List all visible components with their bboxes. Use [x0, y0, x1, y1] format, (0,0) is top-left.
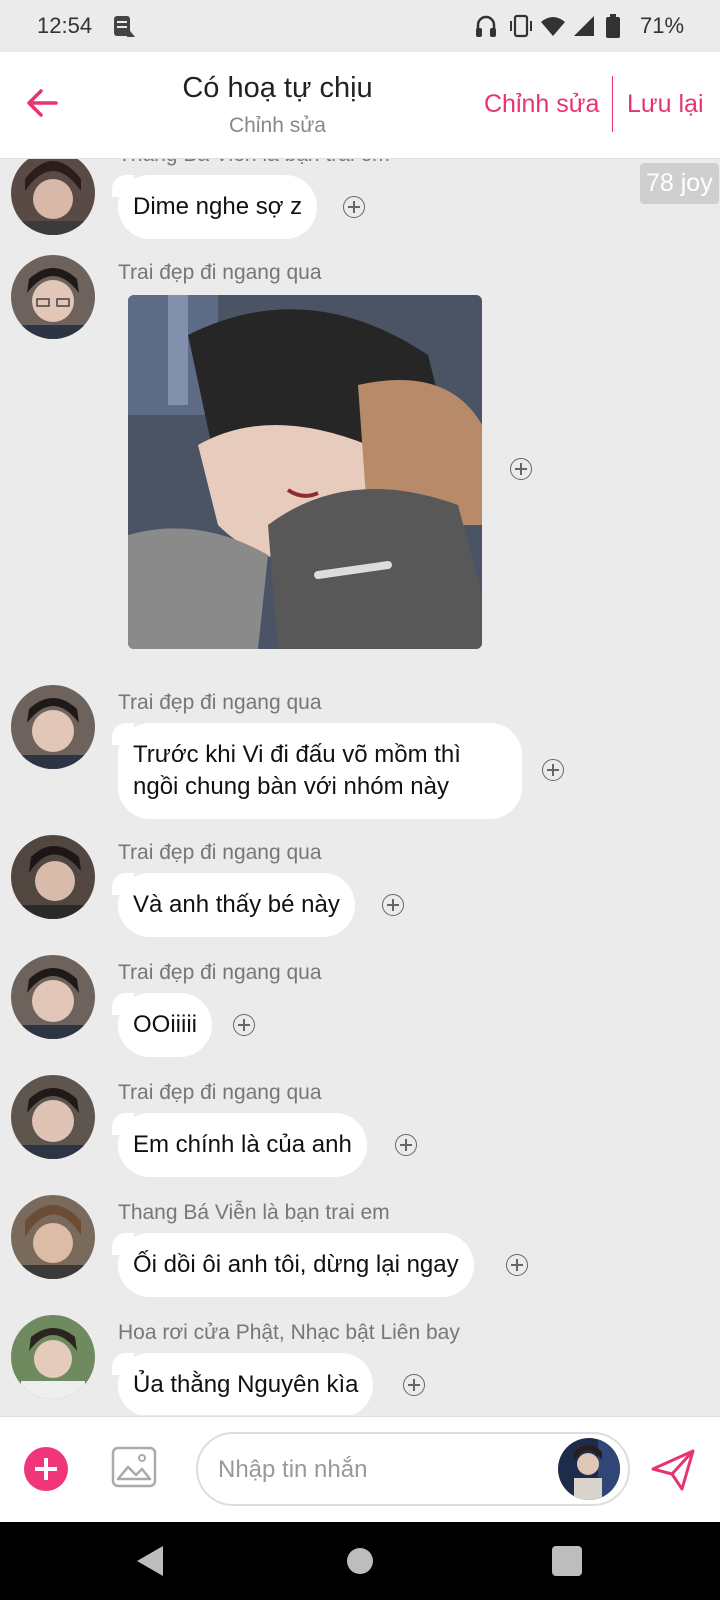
avatar[interactable] [11, 1075, 95, 1159]
debug-icon [114, 16, 135, 37]
status-bar: 12:54 71% [0, 0, 720, 52]
add-reaction-icon[interactable] [233, 1014, 255, 1036]
image-picker-icon[interactable] [110, 1443, 158, 1491]
avatar[interactable] [11, 1315, 95, 1399]
add-button[interactable] [24, 1447, 68, 1491]
headphones-icon [476, 15, 496, 37]
sender-name: Thang Bá Viễn là bạn trai em [118, 1201, 390, 1224]
message-text: Dime nghe sợ z [133, 193, 303, 220]
sender-name: Trai đẹp đi ngang qua [118, 841, 322, 864]
vibrate-icon [510, 14, 532, 38]
message-bubble[interactable]: Dime nghe sợ z [112, 175, 318, 239]
persona-avatar[interactable] [558, 1438, 620, 1500]
message-bubble[interactable]: Ủa thằng Nguyên kìa [112, 1353, 374, 1415]
message-text: Và anh thấy bé này [133, 891, 340, 918]
message-text: Em chính là của anh [133, 1131, 352, 1158]
sender-name: Thang Bá Viễn là bạn trai em [118, 159, 390, 167]
avatar[interactable] [11, 255, 95, 339]
nav-home-icon[interactable] [347, 1548, 373, 1574]
message-text: OOiiiii [133, 1011, 197, 1038]
back-arrow-icon[interactable] [24, 85, 60, 121]
message-bubble[interactable]: Trước khi Vi đi đấu võ mồm thì ngồi chun… [112, 723, 522, 819]
sender-name: Trai đẹp đi ngang qua [118, 961, 322, 984]
message-composer [0, 1416, 720, 1523]
avatar[interactable] [11, 835, 95, 919]
avatar[interactable] [11, 955, 95, 1039]
add-reaction-icon[interactable] [403, 1374, 425, 1396]
send-icon[interactable] [650, 1447, 696, 1493]
chat-subtitle: Chỉnh sửa [229, 114, 326, 137]
message-text: Ủa thằng Nguyên kìa [133, 1371, 359, 1398]
system-navigation-bar [0, 1522, 720, 1600]
add-reaction-icon[interactable] [382, 894, 404, 916]
message-image[interactable] [128, 295, 482, 649]
wifi-icon [541, 17, 565, 36]
message-bubble[interactable]: Em chính là của anh [112, 1113, 367, 1177]
battery-percent: 71% [640, 13, 685, 38]
sender-name: Trai đẹp đi ngang qua [118, 691, 322, 714]
save-button[interactable]: Lưu lại [627, 90, 704, 119]
add-reaction-icon[interactable] [343, 196, 365, 218]
message-bubble[interactable]: Ối dồi ôi anh tôi, dừng lại ngay [112, 1233, 474, 1297]
chat-title: Có hoạ tự chịu [182, 72, 373, 104]
add-reaction-icon[interactable] [506, 1254, 528, 1276]
message-input[interactable] [216, 1448, 550, 1492]
sender-name: Trai đẹp đi ngang qua [118, 1081, 322, 1104]
add-reaction-icon[interactable] [510, 458, 532, 480]
add-reaction-icon[interactable] [395, 1134, 417, 1156]
avatar[interactable] [11, 1195, 95, 1279]
header-divider [612, 76, 613, 132]
message-text: Ối dồi ôi anh tôi, dừng lại ngay [133, 1251, 459, 1278]
message-bubble[interactable]: Và anh thấy bé này [112, 873, 355, 937]
nav-back-icon[interactable] [135, 1544, 165, 1578]
add-reaction-icon[interactable] [542, 759, 564, 781]
edit-button[interactable]: Chỉnh sửa [484, 90, 599, 119]
avatar[interactable] [11, 685, 95, 769]
message-input-wrapper [196, 1432, 630, 1506]
message-bubble[interactable]: OOiiiii [112, 993, 212, 1057]
sender-name: Trai đẹp đi ngang qua [118, 261, 322, 284]
joy-badge: 78 joy [640, 163, 719, 204]
signal-icon [574, 16, 594, 36]
nav-recents-icon[interactable] [552, 1546, 582, 1576]
battery-icon [606, 14, 620, 38]
message-text: Trước khi Vi đi đấu võ mồm thì ngồi chun… [133, 741, 461, 800]
app-bar: Có hoạ tự chịu Chỉnh sửa Chỉnh sửa Lưu l… [0, 52, 720, 159]
avatar[interactable] [11, 159, 95, 235]
chat-list[interactable]: Thang Bá Viễn là bạn trai em Dime nghe s… [0, 159, 720, 1415]
clock: 12:54 [37, 13, 93, 38]
sender-name: Hoa rơi cửa Phật, Nhạc bật Liên bay [118, 1321, 460, 1344]
